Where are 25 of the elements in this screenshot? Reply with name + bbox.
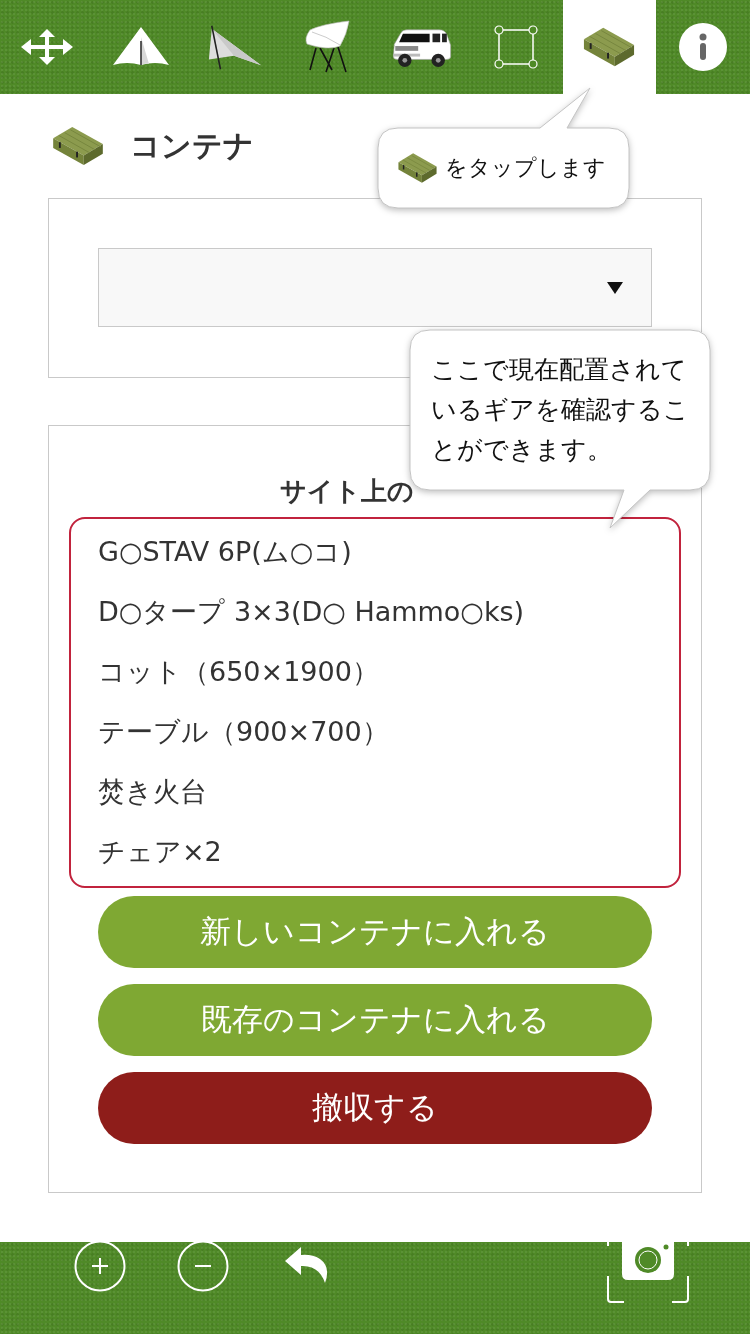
tent-icon <box>110 27 171 67</box>
caret-icon <box>607 281 623 294</box>
tooltip-text: ここで現在配置されているギアを確認することができます。 <box>431 354 690 466</box>
page-title: コンテナ <box>130 126 254 165</box>
info-icon <box>679 23 728 71</box>
action-button[interactable]: 既存のコンテナに入れる <box>98 984 652 1056</box>
crate-icon <box>397 151 438 185</box>
zoom-out-icon[interactable] <box>177 1242 229 1292</box>
square-handles-icon <box>493 25 538 69</box>
crate-icon <box>582 25 637 69</box>
action-button[interactable]: 撤収する <box>98 1072 652 1144</box>
car-icon <box>390 26 453 68</box>
tooltip-text: をタップします <box>445 154 606 182</box>
gear-list-item: チェア×2 <box>98 836 222 867</box>
gear-list-item: D○タープ 3×3(D○ Hammo○ks) <box>98 596 525 627</box>
gear-list-item: コット（650×1900） <box>98 656 379 687</box>
section-title: サイト上の <box>280 476 414 506</box>
action-button[interactable]: 新しいコンテナに入れる <box>98 896 652 968</box>
gear-list-item: G○STAV 6P(ム○コ) <box>98 536 352 567</box>
gear-list-item: テーブル（900×700） <box>98 716 389 747</box>
zoom-in-icon[interactable] <box>74 1242 126 1292</box>
gear-list-item: 焚き火台 <box>98 776 207 807</box>
crate-icon <box>50 125 106 167</box>
move-arrows-icon <box>20 29 73 65</box>
camera-icon[interactable] <box>606 1242 690 1304</box>
